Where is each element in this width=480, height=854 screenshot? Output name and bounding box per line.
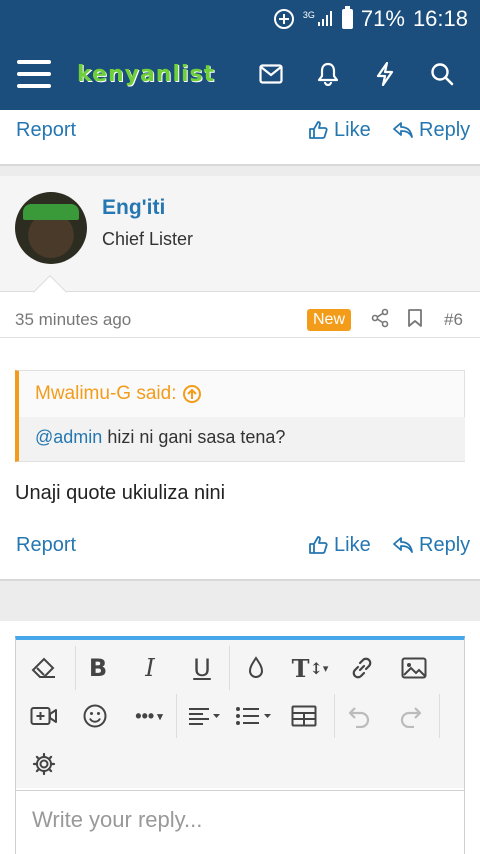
mention-link[interactable]: @admin [35, 427, 102, 447]
thumbs-up-icon [309, 536, 328, 554]
media-icon[interactable] [24, 696, 64, 736]
search-icon[interactable] [426, 58, 458, 90]
quote-author: Mwalimu-G said: [35, 383, 177, 404]
align-icon[interactable] [181, 696, 227, 736]
status-bar: 3G 71% 16:18 [0, 0, 480, 38]
like-label: Like [334, 118, 371, 141]
post-separator [0, 164, 480, 176]
section-separator [0, 579, 480, 621]
quote-body: @admin hizi ni gani sasa tena? [19, 417, 465, 461]
more-options-icon[interactable]: ••• ▾ [126, 696, 172, 736]
menu-icon[interactable] [17, 60, 51, 88]
post-meta: 35 minutes ago New #6 [0, 300, 480, 338]
italic-icon[interactable]: I [130, 648, 170, 688]
post-username[interactable]: Eng'iti [102, 196, 165, 220]
network-label: 3G [302, 10, 315, 20]
bolt-icon[interactable] [369, 58, 401, 90]
reply-icon [393, 537, 413, 553]
reply-input[interactable] [16, 790, 464, 854]
previous-post-actions: Report Like Reply [0, 110, 480, 150]
report-link[interactable]: Report [16, 119, 76, 142]
settings-gear-icon[interactable] [24, 744, 64, 784]
clock: 16:18 [412, 6, 468, 31]
share-icon[interactable] [370, 308, 390, 333]
redo-icon[interactable] [391, 696, 431, 736]
quote-text: hizi ni gani sasa tena? [102, 427, 286, 447]
app-header: kenyanlist [0, 38, 480, 110]
quote-block: Mwalimu-G said: @admin hizi ni gani sasa… [15, 370, 465, 462]
battery-level: 71% [360, 6, 405, 31]
new-badge: New [307, 309, 352, 331]
site-logo[interactable]: kenyanlist [77, 62, 215, 87]
report-link[interactable]: Report [16, 534, 76, 557]
inbox-icon[interactable] [255, 58, 287, 90]
reply-icon [393, 122, 413, 138]
quote-author-link[interactable]: Mwalimu-G said: [35, 383, 202, 405]
bold-icon[interactable]: B [78, 648, 118, 688]
table-icon[interactable] [284, 696, 324, 736]
font-size-icon[interactable]: T ↕ ▾ [286, 648, 334, 688]
link-icon[interactable] [342, 648, 382, 688]
image-icon[interactable] [394, 648, 434, 688]
reply-editor: B I U T ↕ ▾ ••• ▾ [15, 636, 465, 854]
undo-icon[interactable] [339, 696, 379, 736]
reply-button[interactable]: Reply [393, 119, 470, 142]
post-message: Unaji quote ukiuliza nini [15, 482, 226, 504]
reply-button[interactable]: Reply [393, 534, 470, 557]
clear-format-icon[interactable] [24, 648, 64, 688]
battery-icon [341, 6, 353, 29]
like-button[interactable]: Like [308, 534, 371, 557]
editor-toolbar: B I U T ↕ ▾ ••• ▾ [16, 640, 464, 788]
reply-label: Reply [419, 118, 471, 141]
post-actions: Report Like Reply [0, 525, 480, 565]
post-time[interactable]: 35 minutes ago [15, 310, 131, 330]
data-saver-icon [273, 8, 295, 30]
reply-label: Reply [419, 533, 471, 556]
thumbs-up-icon [309, 121, 328, 139]
smiley-icon[interactable] [75, 696, 115, 736]
like-button[interactable]: Like [308, 119, 371, 142]
underline-icon[interactable]: U [182, 648, 222, 688]
arrow-up-circle-icon [183, 385, 202, 403]
text-color-icon[interactable] [236, 648, 276, 688]
signal-icon: 3G [303, 10, 334, 28]
post-number[interactable]: #6 [444, 310, 463, 330]
post-user-title: Chief Lister [102, 229, 194, 249]
list-icon[interactable] [231, 696, 277, 736]
like-label: Like [334, 533, 371, 556]
bookmark-icon[interactable] [406, 308, 424, 333]
avatar[interactable] [15, 192, 87, 264]
bell-icon[interactable] [312, 58, 344, 90]
